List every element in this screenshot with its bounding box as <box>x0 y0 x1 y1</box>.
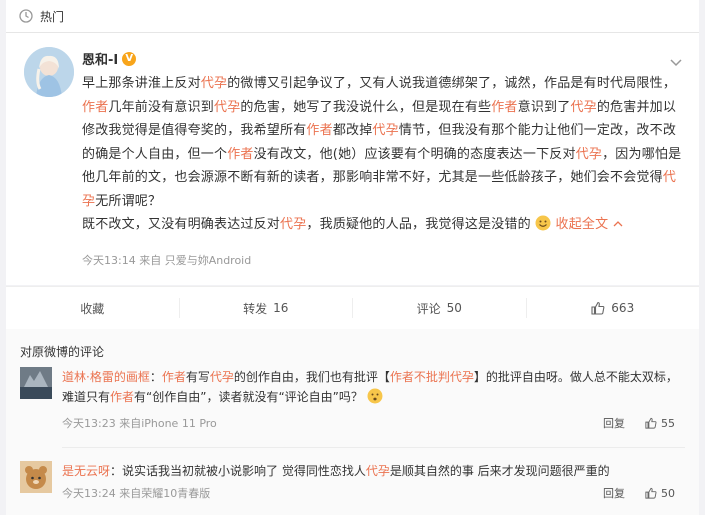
hot-header: 热门 <box>6 0 699 33</box>
highlight-keyword-link[interactable]: 作者 <box>491 100 517 115</box>
commenter-avatar[interactable] <box>20 367 52 399</box>
highlight-keyword-link[interactable]: 作者 <box>110 390 134 404</box>
text-segment: 的创作自由，我们也有批评【 <box>233 370 390 384</box>
comment-like-button[interactable]: 50 <box>645 487 675 500</box>
text-segment: 是顺其自然的事 后来才发现问题很严重的 <box>389 464 610 478</box>
chevron-down-icon[interactable] <box>669 53 683 67</box>
commenter-name[interactable]: 是无云呀 <box>62 464 110 478</box>
text-segment: 几年前没有意识到 <box>108 99 215 115</box>
highlight-keyword-link[interactable]: 代孕 <box>372 123 398 138</box>
commenter-avatar[interactable] <box>20 461 52 493</box>
post-meta: 今天13:14 来自 只爱与妳Android <box>82 254 252 267</box>
highlight-keyword-link[interactable]: 代孕 <box>214 100 240 115</box>
post: 恩和-I V 早上那条讲淮上反对代孕的微博又引起争议了，又有人说我道德绑架了，诚… <box>6 33 699 285</box>
text-segment: ： <box>149 370 162 384</box>
favorite-button[interactable]: 收藏 <box>6 298 180 318</box>
highlight-keyword-link[interactable]: 作者 <box>162 370 186 384</box>
text-segment: 早上那条讲淮上反对 <box>82 76 201 91</box>
text-segment: 有“创作自由”，读者就没有“评论自由”吗？ <box>134 390 363 404</box>
text-segment: 无所谓呢？ <box>95 193 162 209</box>
comment-button[interactable]: 评论 50 <box>353 298 527 318</box>
highlight-keyword-link[interactable]: 代孕 <box>576 147 602 162</box>
hot-label: 热门 <box>40 9 65 24</box>
confused-emoji-icon <box>367 388 383 404</box>
comment-text: ：说实话我当初就被小说影响了 觉得同性恋找人代孕是顺其自然的事 后来才发现问题很… <box>110 464 610 478</box>
comments-header: 对原微博的评论 <box>20 345 105 359</box>
highlight-keyword-link[interactable]: 作者 <box>306 123 332 138</box>
chevron-up-icon <box>613 221 623 227</box>
highlight-keyword-link[interactable]: 代孕 <box>201 76 227 91</box>
text-segment: 的微博又引起争议了，又有人说我道德绑架了，诚然，作品是有时代局限性， <box>227 76 677 91</box>
reply-button[interactable]: 回复 <box>603 415 625 431</box>
divider <box>62 447 685 448</box>
like-button[interactable]: 663 <box>527 298 700 318</box>
text-segment: 没有改文，他(她）应该要有个明确的态度表达一下反对 <box>253 146 576 162</box>
commenter-name[interactable]: 道林·格雷的画框 <box>62 370 150 384</box>
repost-button[interactable]: 转发 16 <box>180 298 353 318</box>
comment-meta: 今天13:24 来自荣耀10青春版 <box>62 487 211 500</box>
text-segment: 的危害，她写了我没说什么，但是现在有些 <box>240 99 492 115</box>
highlight-keyword-link[interactable]: 代孕 <box>366 464 390 478</box>
highlight-keyword-link[interactable]: 作者 <box>82 100 108 115</box>
highlight-keyword-link[interactable]: 代孕 <box>210 370 234 384</box>
collapse-text-link[interactable]: 收起全文 <box>556 217 623 232</box>
comments-section: 对原微博的评论 道林·格雷的画框：作者有写代孕的创作自由，我们也有批评【作者不批… <box>6 329 699 515</box>
comment-item: 道林·格雷的画框：作者有写代孕的创作自由，我们也有批评【作者不批判代孕】的批评自… <box>20 367 685 437</box>
text-segment: 有写 <box>185 370 210 384</box>
author-avatar[interactable] <box>24 47 74 97</box>
highlight-keyword-link[interactable]: 作者不批判代孕 <box>390 370 474 384</box>
comment-item: 是无云呀：说实话我当初就被小说影响了 觉得同性恋找人代孕是顺其自然的事 后来才发… <box>20 461 685 511</box>
text-segment: 意识到了 <box>517 99 571 115</box>
highlight-keyword-link[interactable]: 代孕 <box>280 217 306 232</box>
text-segment: ：说实话我当初就被小说影响了 觉得同性恋找人 <box>110 464 366 478</box>
post-paragraph-2: 既不改文，又没有明确表达过反对代孕，我质疑他的人品，我觉得这是没错的 <box>82 217 531 232</box>
comment-meta: 今天13:23 来自iPhone 11 Pro <box>62 417 217 430</box>
post-paragraph-1: 早上那条讲淮上反对代孕的微博又引起争议了，又有人说我道德绑架了，诚然，作品是有时… <box>82 76 681 209</box>
text-segment: 都改掉 <box>332 123 373 138</box>
verified-badge-icon: V <box>122 51 137 66</box>
thumbs-up-icon <box>645 417 657 429</box>
text-segment: 既不改文，又没有明确表达过反对 <box>82 217 281 232</box>
thumbs-up-icon <box>591 301 605 315</box>
grinning-emoji-icon <box>535 215 551 231</box>
hot-icon <box>18 8 34 24</box>
post-body: 早上那条讲淮上反对代孕的微博又引起争议了，又有人说我道德绑架了，诚然，作品是有时… <box>82 72 682 237</box>
action-bar: 收藏 转发 16 评论 50 663 <box>6 286 699 329</box>
author-name[interactable]: 恩和-I V <box>82 49 137 68</box>
thumbs-up-icon <box>645 487 657 499</box>
weibo-card: 热门 恩和-I V 早上那条讲淮上反对代孕的微博又引起争议了，又有人说我道德绑架… <box>0 0 705 515</box>
comment-like-button[interactable]: 55 <box>645 417 675 430</box>
reply-button[interactable]: 回复 <box>603 485 625 501</box>
highlight-keyword-link[interactable]: 代孕 <box>570 100 596 115</box>
highlight-keyword-link[interactable]: 作者 <box>227 147 253 162</box>
text-segment: ，我质疑他的人品，我觉得这是没错的 <box>306 217 531 232</box>
